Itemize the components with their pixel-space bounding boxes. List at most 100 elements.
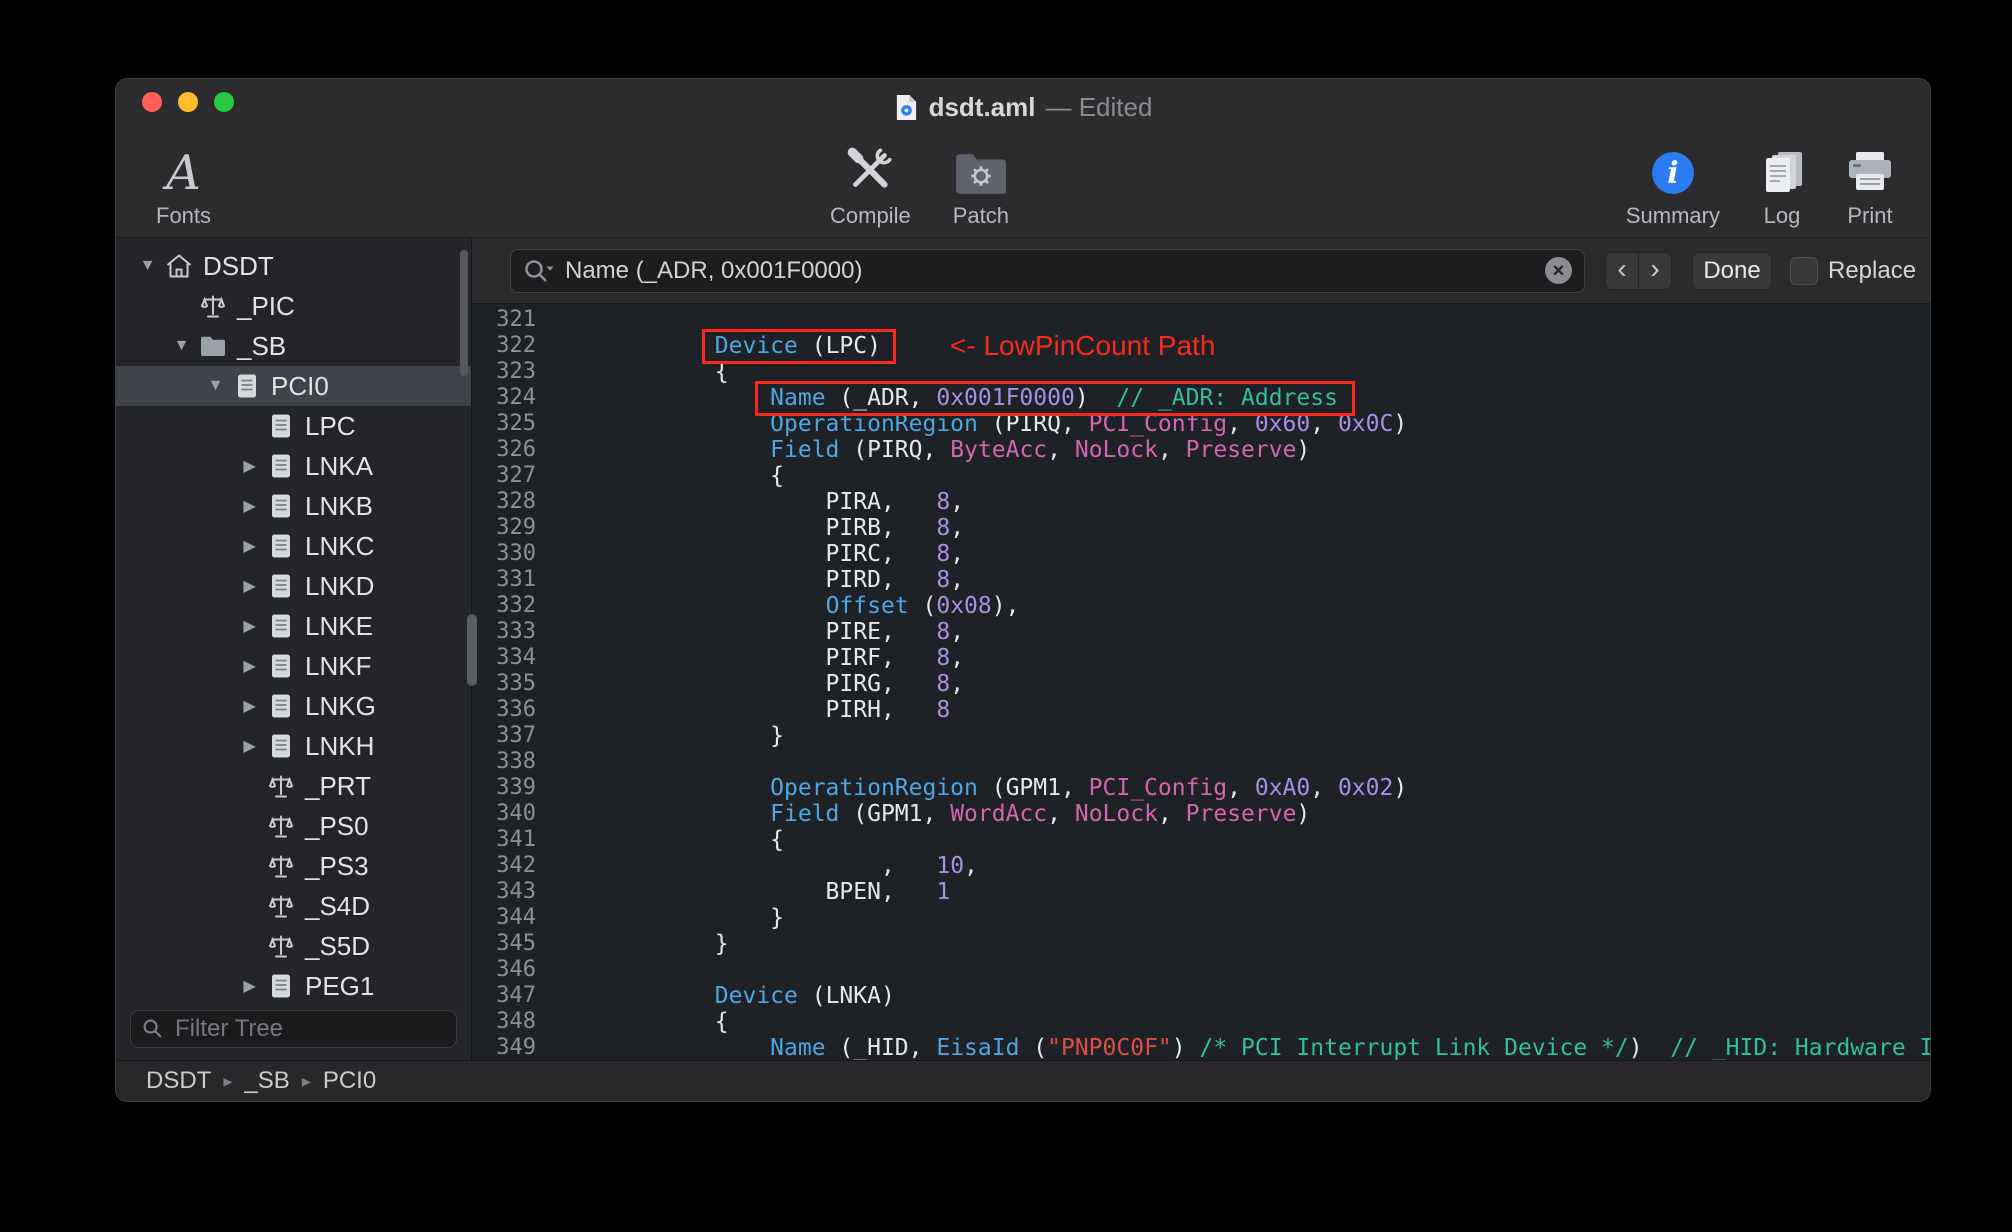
sidebar-item-label: _SB — [237, 330, 287, 361]
sidebar-item-_PS3[interactable]: _PS3 — [116, 846, 471, 886]
sidebar-item-PCI0[interactable]: ▼ PCI0 — [116, 366, 471, 406]
sidebar-item-_PRT[interactable]: _PRT — [116, 766, 471, 806]
code-text[interactable]: } — [536, 723, 784, 749]
path-item-DSDT[interactable]: DSDT — [146, 1067, 211, 1095]
disclosure-right-icon[interactable]: ▶ — [234, 696, 265, 716]
code-text[interactable]: PIRB, 8, — [536, 515, 965, 541]
code-text[interactable]: PIRD, 8, — [536, 567, 965, 593]
sidebar-item-_PS0[interactable]: _PS0 — [116, 806, 471, 846]
code-line: 322 Device (LPC) — [472, 333, 1930, 359]
disclosure-right-icon[interactable]: ▶ — [234, 976, 265, 996]
replace-label: Replace — [1828, 256, 1917, 284]
print-button[interactable]: Print — [1832, 125, 1908, 229]
code-text[interactable]: OperationRegion (GPM1, PCI_Config, 0xA0,… — [536, 775, 1407, 801]
code-text[interactable]: Offset (0x08), — [536, 593, 1020, 619]
method-icon — [265, 851, 296, 882]
disclosure-right-icon[interactable]: ▶ — [234, 536, 265, 556]
code-line: 331 PIRD, 8, — [472, 567, 1930, 593]
disclosure-down-icon[interactable]: ▼ — [166, 337, 197, 355]
code-text[interactable]: Device (LPC) — [536, 333, 881, 359]
code-line: 329 PIRB, 8, — [472, 515, 1930, 541]
zoom-window-button[interactable] — [214, 92, 234, 112]
sidebar-scrollbar-thumb[interactable] — [460, 250, 468, 376]
code-text[interactable]: Device (LNKA) — [536, 983, 895, 1009]
code-text[interactable]: PIRA, 8, — [536, 489, 965, 515]
code-text[interactable] — [536, 957, 604, 983]
summary-button[interactable]: i Summary — [1614, 125, 1732, 229]
code-text[interactable]: PIRH, 8 — [536, 697, 951, 723]
sidebar-item-LNKD[interactable]: ▶ LNKD — [116, 566, 471, 606]
code-line: 323 { — [472, 359, 1930, 385]
code-text[interactable]: } — [536, 905, 784, 931]
code-text[interactable]: } — [536, 931, 729, 957]
code-text[interactable]: PIRG, 8, — [536, 671, 965, 697]
code-text[interactable]: Field (GPM1, WordAcc, NoLock, Preserve) — [536, 801, 1310, 827]
line-number: 331 — [496, 567, 536, 592]
sidebar-item-label: LPC — [305, 410, 356, 441]
sidebar-item-PEG1[interactable]: ▶ PEG1 — [116, 966, 471, 1002]
code-text[interactable] — [536, 749, 604, 775]
code-text[interactable]: Name (_HID, EisaId ("PNP0C0F") /* PCI In… — [536, 1035, 1930, 1060]
method-icon — [265, 891, 296, 922]
sidebar-item-_S4D[interactable]: _S4D — [116, 886, 471, 926]
sidebar-item-LNKH[interactable]: ▶ LNKH — [116, 726, 471, 766]
line-number: 345 — [496, 931, 536, 956]
splitter-handle[interactable] — [467, 614, 477, 686]
code-editor[interactable]: 321 322 Device (LPC) 323 {324 Name (_ADR, … — [472, 304, 1930, 1060]
done-button[interactable]: Done — [1692, 251, 1772, 290]
disclosure-right-icon[interactable]: ▶ — [234, 576, 265, 596]
disclosure-down-icon[interactable]: ▼ — [200, 377, 231, 395]
code-text[interactable]: PIRF, 8, — [536, 645, 965, 671]
log-pages-icon — [1756, 135, 1808, 199]
sidebar-item-LNKB[interactable]: ▶ LNKB — [116, 486, 471, 526]
code-text[interactable]: BPEN, 1 — [536, 879, 951, 905]
sidebar-item-LNKE[interactable]: ▶ LNKE — [116, 606, 471, 646]
sidebar-item-DSDT[interactable]: ▼ DSDT — [116, 246, 471, 286]
code-text[interactable]: { — [536, 463, 784, 489]
search-input[interactable] — [563, 255, 1537, 286]
disclosure-right-icon[interactable]: ▶ — [234, 616, 265, 636]
sidebar-item-_SB[interactable]: ▼ _SB — [116, 326, 471, 366]
filter-tree-field — [130, 1010, 457, 1048]
code-text[interactable]: { — [536, 359, 729, 385]
replace-checkbox[interactable] — [1790, 256, 1818, 285]
code-text[interactable] — [536, 307, 604, 333]
code-text[interactable]: { — [536, 827, 784, 853]
close-window-button[interactable] — [142, 92, 162, 112]
sidebar-item-LNKF[interactable]: ▶ LNKF — [116, 646, 471, 686]
sidebar-item-LNKC[interactable]: ▶ LNKC — [116, 526, 471, 566]
path-item-_SB[interactable]: _SB — [244, 1067, 289, 1095]
code-text[interactable]: , 10, — [536, 853, 978, 879]
find-next-button[interactable]: › — [1638, 251, 1672, 290]
fonts-button[interactable]: A Fonts — [144, 125, 223, 229]
log-button[interactable]: Log — [1744, 125, 1820, 229]
disclosure-right-icon[interactable]: ▶ — [234, 656, 265, 676]
sidebar-item-_PIC[interactable]: _PIC — [116, 286, 471, 326]
clear-search-icon[interactable]: × — [1545, 257, 1572, 284]
code-text[interactable]: OperationRegion (PIRQ, PCI_Config, 0x60,… — [536, 411, 1407, 437]
replace-control: Replace — [1790, 256, 1917, 285]
code-text[interactable]: PIRC, 8, — [536, 541, 965, 567]
disclosure-right-icon[interactable]: ▶ — [234, 496, 265, 516]
filter-tree-input[interactable] — [173, 1014, 446, 1044]
minimize-window-button[interactable] — [178, 92, 198, 112]
sidebar-item-LNKA[interactable]: ▶ LNKA — [116, 446, 471, 486]
find-previous-button[interactable]: ‹ — [1605, 251, 1639, 290]
sidebar-item-_S5D[interactable]: _S5D — [116, 926, 471, 966]
path-item-PCI0[interactable]: PCI0 — [323, 1067, 376, 1095]
code-line: 339 OperationRegion (GPM1, PCI_Config, 0… — [472, 775, 1930, 801]
disclosure-right-icon[interactable]: ▶ — [234, 736, 265, 756]
search-magnifier-menu-icon[interactable] — [523, 256, 555, 286]
sidebar-item-LPC[interactable]: LPC — [116, 406, 471, 446]
method-icon — [265, 771, 296, 802]
code-text[interactable]: Field (PIRQ, ByteAcc, NoLock, Preserve) — [536, 437, 1310, 463]
disclosure-down-icon[interactable]: ▼ — [132, 257, 163, 275]
compile-button[interactable]: Compile — [818, 125, 923, 229]
code-text[interactable]: Name (_ADR, 0x001F0000) // _ADR: Address — [536, 385, 1338, 411]
sidebar-item-LNKG[interactable]: ▶ LNKG — [116, 686, 471, 726]
sidebar-item-label: DSDT — [203, 250, 274, 281]
code-text[interactable]: { — [536, 1009, 729, 1035]
patch-button[interactable]: Patch — [941, 125, 1021, 229]
disclosure-right-icon[interactable]: ▶ — [234, 456, 265, 476]
code-text[interactable]: PIRE, 8, — [536, 619, 965, 645]
